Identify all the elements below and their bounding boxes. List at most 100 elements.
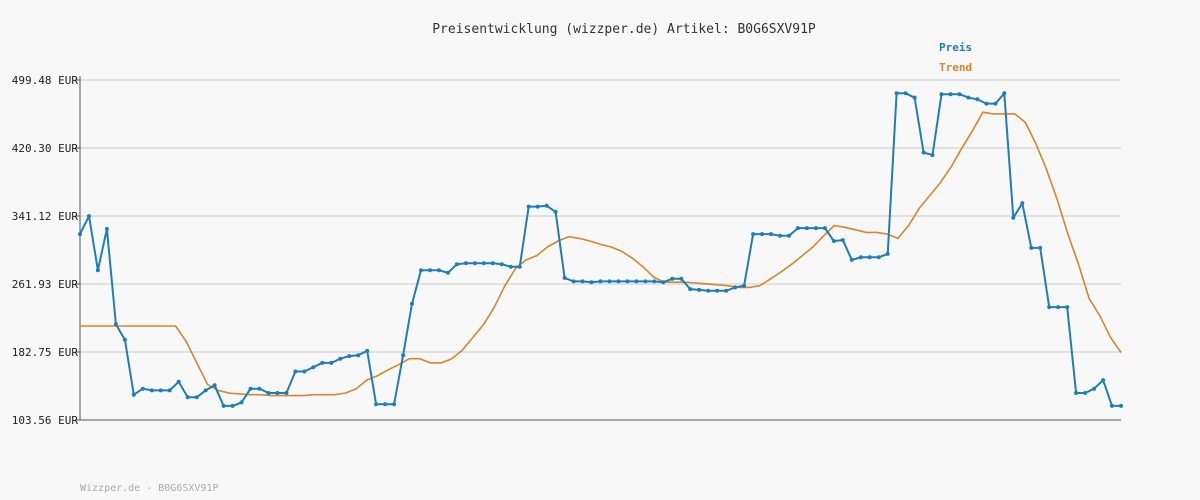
data-point-preis	[1083, 391, 1088, 395]
data-point-preis	[248, 386, 253, 391]
data-point-preis	[858, 255, 863, 260]
data-point-preis	[831, 239, 836, 243]
data-point-preis	[239, 400, 244, 405]
data-point-preis	[1047, 305, 1052, 310]
data-point-preis	[293, 369, 298, 374]
data-point-preis	[1056, 305, 1061, 310]
data-point-preis	[149, 388, 154, 393]
data-point-preis	[392, 402, 397, 407]
grid-lines	[80, 79, 1121, 353]
data-point-preis	[508, 264, 513, 269]
data-point-preis	[625, 279, 630, 284]
data-point-preis	[203, 388, 208, 393]
data-point-preis	[849, 257, 854, 262]
data-point-preis	[634, 279, 639, 284]
data-point-preis	[948, 92, 953, 97]
data-point-preis	[661, 280, 666, 285]
data-point-preis	[499, 262, 504, 267]
data-point-preis	[876, 255, 881, 260]
data-point-preis	[221, 403, 226, 408]
data-point-preis	[840, 238, 845, 243]
data-point-preis	[787, 233, 791, 238]
data-point-preis	[347, 354, 352, 359]
data-point-preis	[1038, 245, 1043, 250]
data-point-preis	[724, 288, 729, 293]
data-point-preis	[1065, 305, 1070, 310]
data-point-preis	[912, 95, 917, 100]
data-point-preis	[562, 275, 567, 280]
data-point-preis	[957, 92, 962, 97]
data-point-preis	[185, 395, 190, 400]
data-point-preis	[589, 280, 594, 285]
data-point-preis	[679, 276, 684, 281]
data-point-preis	[78, 232, 82, 237]
data-point-preis	[410, 301, 414, 306]
data-point-preis	[715, 288, 720, 293]
data-point-preis	[921, 150, 926, 155]
data-point-preis	[769, 232, 773, 237]
data-point-preis	[419, 268, 423, 273]
data-point-preis	[131, 392, 136, 397]
data-point-preis	[1011, 215, 1016, 220]
data-point-preis	[697, 287, 702, 292]
data-point-preis	[616, 279, 621, 284]
data-point-preis	[1029, 245, 1034, 250]
data-point-preis	[490, 261, 495, 266]
data-point-preis	[437, 268, 441, 273]
data-point-preis	[481, 261, 486, 266]
chart-title: Preisentwicklung (wizzper.de) Artikel: B…	[432, 22, 816, 37]
data-point-preis	[795, 226, 800, 231]
data-point-preis	[445, 270, 450, 275]
data-point-preis	[365, 348, 370, 353]
data-point-preis	[329, 360, 334, 365]
data-point-preis	[320, 360, 325, 365]
data-point-preis	[571, 279, 576, 284]
data-point-preis	[670, 276, 675, 281]
y-tick-label: 341.12 EUR	[12, 210, 79, 223]
data-point-preis	[1074, 391, 1079, 395]
price-chart: Preisentwicklung (wizzper.de) Artikel: B…	[0, 0, 1200, 500]
data-point-preis	[813, 226, 818, 231]
data-point-preis	[733, 285, 738, 290]
y-tick-label: 499.48 EUR	[12, 74, 79, 87]
data-point-preis	[113, 322, 118, 327]
y-tick-label: 103.56 EUR	[12, 414, 79, 427]
series-line-trend	[80, 111, 1122, 397]
data-point-preis	[643, 279, 648, 284]
y-tick-label: 261.93 EUR	[12, 278, 79, 291]
data-point-preis	[742, 283, 747, 288]
y-tick-label: 182.75 EUR	[12, 346, 79, 359]
data-point-preis	[939, 92, 944, 97]
data-point-preis	[275, 391, 280, 395]
data-point-preis	[212, 383, 217, 388]
data-point-preis	[257, 386, 262, 391]
data-point-preis	[535, 204, 540, 209]
data-point-preis	[284, 391, 289, 395]
data-point-preis	[688, 287, 693, 292]
data-point-preis	[993, 101, 998, 106]
data-point-preis	[338, 356, 343, 361]
data-point-preis	[706, 288, 711, 293]
data-point-preis	[454, 262, 459, 267]
data-point-preis	[311, 365, 316, 370]
data-point-preis	[984, 101, 989, 106]
data-point-preis	[760, 232, 764, 237]
y-axis-ticks: 103.56 EUR 182.75 EUR 261.93 EUR 341.12 EUR…	[12, 74, 80, 427]
data-point-preis	[517, 264, 522, 269]
data-point-preis	[266, 391, 271, 395]
chart-watermark: Wizzper.de - B0G6SXV91P	[80, 483, 218, 494]
data-point-preis	[822, 226, 827, 231]
data-point-preis	[230, 403, 235, 408]
data-point-preis	[894, 91, 899, 96]
data-point-preis	[1092, 386, 1097, 391]
data-point-preis	[167, 388, 172, 393]
data-point-preis	[1119, 403, 1123, 408]
chart-svg: Preisentwicklung (wizzper.de) Artikel: B…	[12, 22, 1123, 494]
series-line-preis	[79, 92, 1121, 407]
data-point-preis	[751, 232, 756, 237]
data-point-preis	[158, 388, 163, 393]
data-point-preis	[885, 251, 890, 256]
legend-trend-label: Trend	[939, 61, 972, 74]
data-point-preis	[580, 279, 585, 284]
data-point-preis	[544, 203, 549, 208]
